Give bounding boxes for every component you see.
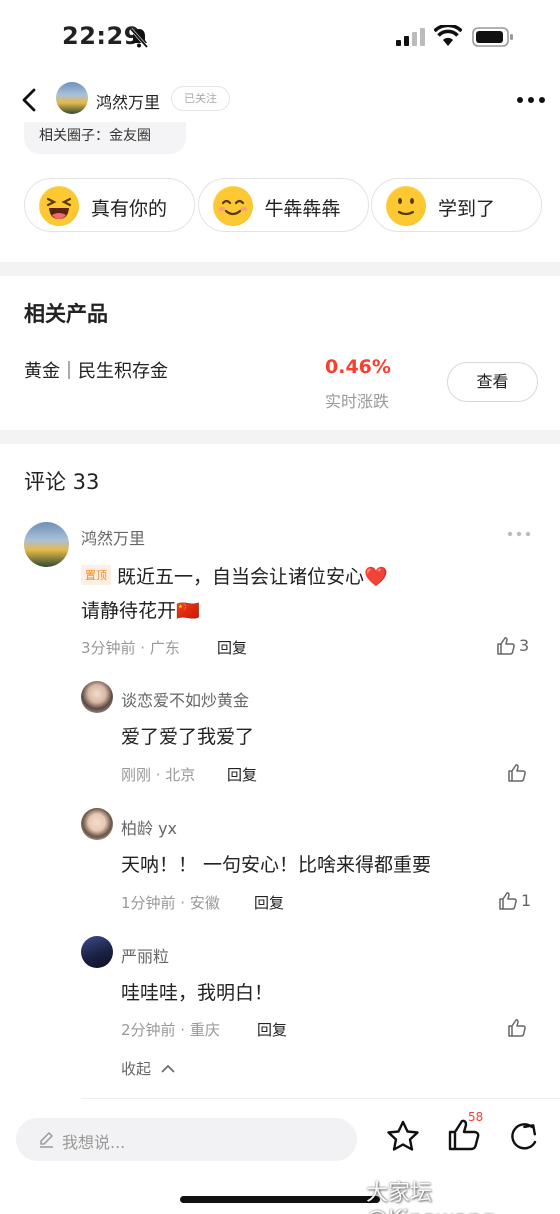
reply-button[interactable]: 回复 <box>254 892 284 913</box>
reaction-bar: 真有你的 牛犇犇犇 学到了 <box>24 178 542 232</box>
reply-meta: 2分钟前 · 重庆 <box>121 1021 220 1039</box>
reply-text: 爱了爱了我爱了 <box>121 726 255 748</box>
comment-text: 置顶 既近五一，自当会让诸位安心❤️ <box>81 562 388 589</box>
view-product-button[interactable]: 查看 <box>447 362 538 402</box>
star-favorite-icon[interactable] <box>386 1120 420 1152</box>
comment-meta: 3分钟前 · 广东 <box>81 639 180 657</box>
status-bar: 22:29 <box>0 0 560 72</box>
replier-avatar[interactable] <box>81 936 113 968</box>
divider <box>81 1098 560 1099</box>
smiling-emoji-icon <box>212 186 253 226</box>
laughing-emoji-icon <box>39 186 79 226</box>
like-count: 1 <box>521 891 532 910</box>
wifi-icon <box>434 25 462 46</box>
reply-button[interactable]: 回复 <box>257 1019 287 1040</box>
reaction-label-2: 牛犇犇犇 <box>264 198 341 220</box>
commenter-avatar[interactable] <box>24 522 69 567</box>
post-header: 鸿然万里 已关注 <box>0 80 560 120</box>
reaction-label-3: 学到了 <box>438 198 496 220</box>
reply-meta: 1分钟前 · 安徽 <box>121 894 220 912</box>
reply-button[interactable]: 回复 <box>227 764 257 785</box>
thumbs-up-icon[interactable] <box>496 636 516 656</box>
related-products-title: 相关产品 <box>24 302 108 326</box>
like-count-badge: 58 <box>468 1110 484 1124</box>
collapse-replies-button[interactable]: 收起 <box>121 1058 176 1079</box>
home-indicator <box>180 1196 380 1203</box>
cellular-signal-icon <box>396 28 425 46</box>
reply-meta: 刚刚 · 北京 <box>121 766 196 784</box>
thumbs-up-icon[interactable] <box>507 1018 527 1038</box>
reaction-button-2[interactable]: 牛犇犇犇 <box>197 178 369 232</box>
chevron-up-icon <box>161 1064 175 1073</box>
pinned-badge: 置顶 <box>81 564 111 585</box>
follow-button[interactable]: 已关注 <box>171 86 230 111</box>
replier-name[interactable]: 谈恋爱不如炒黄金 <box>121 687 249 711</box>
watermark: 大家坛@Kinawang <box>366 1181 495 1214</box>
author-name[interactable]: 鸿然万里 <box>96 89 160 113</box>
battery-icon <box>472 27 513 47</box>
reaction-label-1: 真有你的 <box>91 198 168 220</box>
thumbs-up-icon[interactable] <box>507 763 527 783</box>
comment-text-line2: 请静待花开🇨🇳 <box>81 600 200 622</box>
replier-avatar[interactable] <box>81 681 113 713</box>
reply-text: 天呐！！ 一句安心！比啥来得都重要 <box>121 854 432 876</box>
bell-muted-icon <box>129 28 149 48</box>
replier-name[interactable]: 柏龄 yx <box>121 815 177 839</box>
more-options-icon[interactable] <box>516 96 546 104</box>
product-change: 0.46% <box>325 356 391 378</box>
related-circle-tag[interactable]: 相关圈子：金友圈 <box>24 122 186 154</box>
reaction-button-1[interactable]: 真有你的 <box>24 178 195 232</box>
replier-name[interactable]: 严丽粒 <box>121 943 169 967</box>
comment-input[interactable]: 我想说... <box>16 1118 357 1161</box>
replier-avatar[interactable] <box>81 808 113 840</box>
reply-button[interactable]: 回复 <box>217 637 247 658</box>
reaction-button-3[interactable]: 学到了 <box>371 178 542 232</box>
pencil-icon <box>40 1132 53 1148</box>
comment-more-icon[interactable] <box>507 530 531 538</box>
commenter-name[interactable]: 鸿然万里 <box>81 525 145 549</box>
comment-text-line1: 既近五一，自当会让诸位安心❤️ <box>117 566 388 588</box>
slight-smile-emoji-icon <box>386 186 426 226</box>
comments-title: 评论 33 <box>24 470 100 494</box>
comment-input-placeholder: 我想说... <box>62 1133 126 1152</box>
reply-text: 哇哇哇，我明白！ <box>121 982 274 1004</box>
like-count: 3 <box>519 636 530 655</box>
collapse-label: 收起 <box>121 1060 152 1078</box>
product-change-label: 实时涨跌 <box>325 392 390 411</box>
share-icon[interactable] <box>508 1120 542 1152</box>
section-divider <box>0 430 560 444</box>
author-avatar[interactable] <box>56 82 88 114</box>
product-name[interactable]: 黄金｜民生积存金 <box>24 357 168 383</box>
section-divider <box>0 262 560 276</box>
thumbs-up-icon[interactable] <box>498 891 518 911</box>
back-arrow-icon[interactable] <box>16 84 44 116</box>
